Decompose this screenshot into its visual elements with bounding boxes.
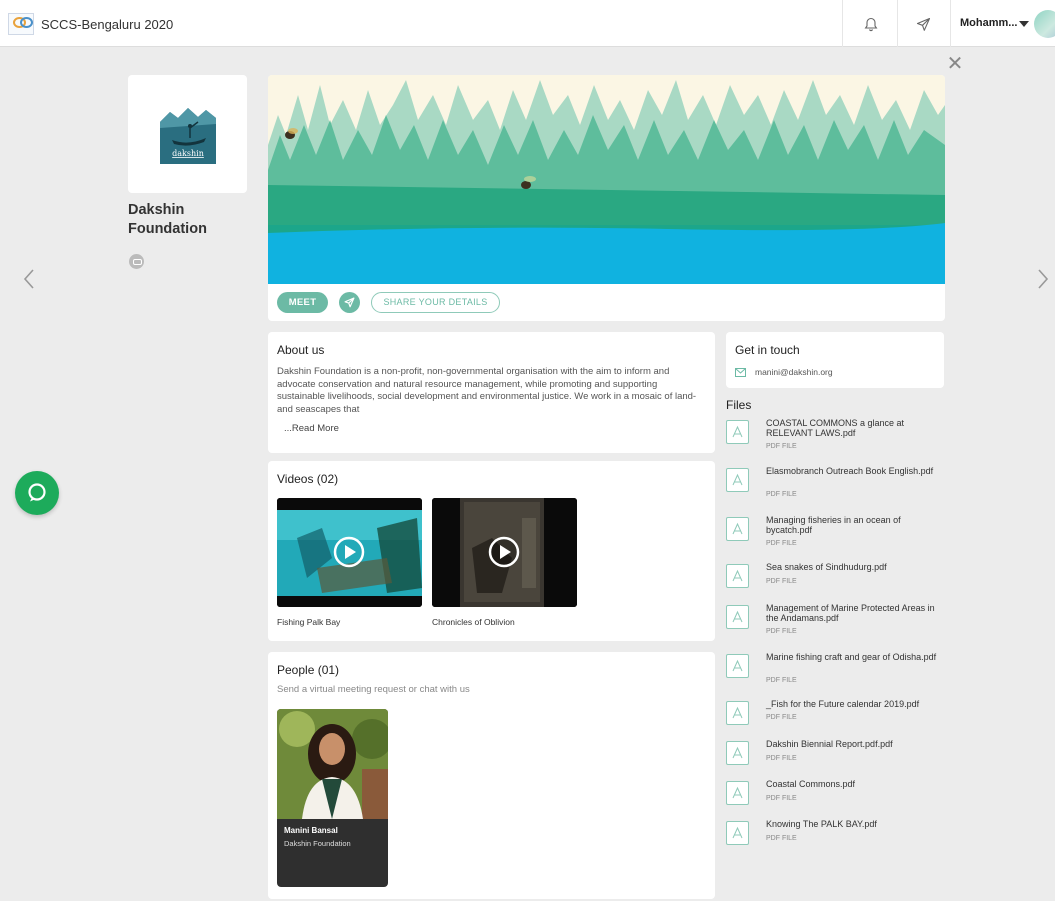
pdf-icon: [726, 564, 749, 588]
file-type: PDF FILE: [766, 795, 797, 802]
file-name[interactable]: Knowing The PALK BAY.pdf: [766, 819, 944, 829]
pdf-icon: [726, 701, 749, 725]
video-title: Chronicles of Oblivion: [432, 617, 515, 627]
pdf-icon: [726, 605, 749, 629]
chat-bubble-icon: [28, 483, 46, 502]
pdf-icon: [726, 420, 749, 444]
file-name[interactable]: Management of Marine Protected Areas in …: [766, 603, 944, 623]
person-photo: [277, 709, 388, 819]
share-details-button[interactable]: SHARE YOUR DETAILS: [371, 292, 500, 313]
file-type: PDF FILE: [766, 628, 797, 635]
video-item[interactable]: Chronicles of Oblivion: [432, 498, 577, 627]
contact-title: Get in touch: [735, 343, 800, 357]
send-icon: [344, 297, 355, 308]
about-text: Dakshin Foundation is a non-profit, non-…: [277, 366, 697, 415]
org-logo-card: dakshin: [128, 75, 247, 193]
file-name[interactable]: _Fish for the Future calendar 2019.pdf: [766, 699, 944, 709]
video-title: Fishing Palk Bay: [277, 617, 341, 627]
videos-title: Videos (02): [277, 472, 339, 486]
people-subtitle: Send a virtual meeting request or chat w…: [277, 684, 470, 695]
logo-text: dakshin: [172, 149, 204, 158]
mail-icon: [735, 367, 746, 377]
video-thumbnail[interactable]: [277, 498, 422, 607]
play-icon[interactable]: [333, 536, 365, 568]
dakshin-logo: dakshin: [159, 104, 216, 164]
close-icon[interactable]: ✕: [946, 54, 964, 74]
file-name[interactable]: Elasmobranch Outreach Book English.pdf: [766, 466, 944, 476]
file-type: PDF FILE: [766, 677, 797, 684]
send-message-button[interactable]: [339, 292, 360, 313]
file-type: PDF FILE: [766, 714, 797, 721]
chevron-right-icon[interactable]: [1036, 268, 1052, 292]
chevron-left-icon[interactable]: [22, 268, 38, 292]
about-title: About us: [277, 343, 325, 357]
email-row[interactable]: manini@dakshin.org: [735, 367, 935, 377]
file-item[interactable]: Elasmobranch Outreach Book English.pdf P…: [726, 466, 946, 502]
people-card: People (01) Send a virtual meeting reque…: [268, 652, 715, 899]
pdf-icon: [726, 781, 749, 805]
file-name[interactable]: Dakshin Biennial Report.pdf.pdf: [766, 739, 944, 749]
file-item[interactable]: Management of Marine Protected Areas in …: [726, 603, 946, 639]
file-type: PDF FILE: [766, 491, 797, 498]
file-item[interactable]: Sea snakes of Sindhudurg.pdf PDF FILE: [726, 562, 946, 598]
file-type: PDF FILE: [766, 578, 797, 585]
video-thumbnail[interactable]: [432, 498, 577, 607]
read-more-link[interactable]: ...Read More: [284, 423, 339, 434]
file-name[interactable]: Managing fisheries in an ocean of bycatc…: [766, 515, 944, 535]
bell-icon[interactable]: [860, 13, 882, 35]
file-type: PDF FILE: [766, 443, 797, 450]
user-name[interactable]: Mohamm...: [960, 17, 1017, 29]
email-address[interactable]: manini@dakshin.org: [755, 367, 833, 377]
person-org: Dakshin Foundation: [284, 839, 351, 848]
files-title: Files: [726, 398, 752, 412]
file-item[interactable]: COASTAL COMMONS a glance at RELEVANT LAW…: [726, 418, 946, 454]
chevron-down-icon[interactable]: [1019, 21, 1029, 27]
file-type: PDF FILE: [766, 835, 797, 842]
pdf-icon: [726, 517, 749, 541]
pdf-icon: [726, 468, 749, 492]
meet-button[interactable]: MEET: [277, 292, 328, 313]
file-name[interactable]: Marine fishing craft and gear of Odisha.…: [766, 652, 944, 662]
divider: [950, 0, 951, 47]
forest-banner-image: [268, 75, 945, 284]
pdf-icon: [726, 821, 749, 845]
chat-button[interactable]: [15, 471, 59, 515]
person-name: Manini Bansal: [284, 826, 338, 835]
file-name[interactable]: COASTAL COMMONS a glance at RELEVANT LAW…: [766, 418, 944, 438]
divider: [897, 0, 898, 47]
app-title: SCCS-Bengaluru 2020: [41, 17, 174, 32]
video-item[interactable]: Fishing Palk Bay: [277, 498, 422, 627]
avatar[interactable]: [1034, 10, 1055, 38]
file-item[interactable]: _Fish for the Future calendar 2019.pdf P…: [726, 699, 946, 735]
org-name: Dakshin Foundation: [128, 202, 207, 237]
top-bar: SCCS-Bengaluru 2020 Mohamm...: [0, 0, 1055, 47]
play-icon[interactable]: [488, 536, 520, 568]
file-item[interactable]: Marine fishing craft and gear of Odisha.…: [726, 652, 946, 688]
contact-card: Get in touch manini@dakshin.org: [726, 332, 944, 388]
file-type: PDF FILE: [766, 755, 797, 762]
banner-card: MEET SHARE YOUR DETAILS: [268, 75, 945, 321]
divider: [842, 0, 843, 47]
pdf-icon: [726, 654, 749, 678]
file-item[interactable]: Dakshin Biennial Report.pdf.pdf PDF FILE: [726, 739, 946, 775]
videos-card: Videos (02) Fishing Palk Bay Chronicles …: [268, 461, 715, 641]
person-card[interactable]: Manini Bansal Dakshin Foundation: [277, 709, 388, 887]
send-icon[interactable]: [912, 13, 934, 35]
about-card: About us Dakshin Foundation is a non-pro…: [268, 332, 715, 453]
file-item[interactable]: Coastal Commons.pdf PDF FILE: [726, 779, 946, 815]
file-item[interactable]: Managing fisheries in an ocean of bycatc…: [726, 515, 946, 551]
file-name[interactable]: Coastal Commons.pdf: [766, 779, 944, 789]
file-item[interactable]: Knowing The PALK BAY.pdf PDF FILE: [726, 819, 946, 855]
file-type: PDF FILE: [766, 540, 797, 547]
link-icon[interactable]: [129, 254, 144, 269]
file-name[interactable]: Sea snakes of Sindhudurg.pdf: [766, 562, 944, 572]
event-logo[interactable]: [8, 13, 34, 35]
pdf-icon: [726, 741, 749, 765]
people-title: People (01): [277, 663, 340, 677]
